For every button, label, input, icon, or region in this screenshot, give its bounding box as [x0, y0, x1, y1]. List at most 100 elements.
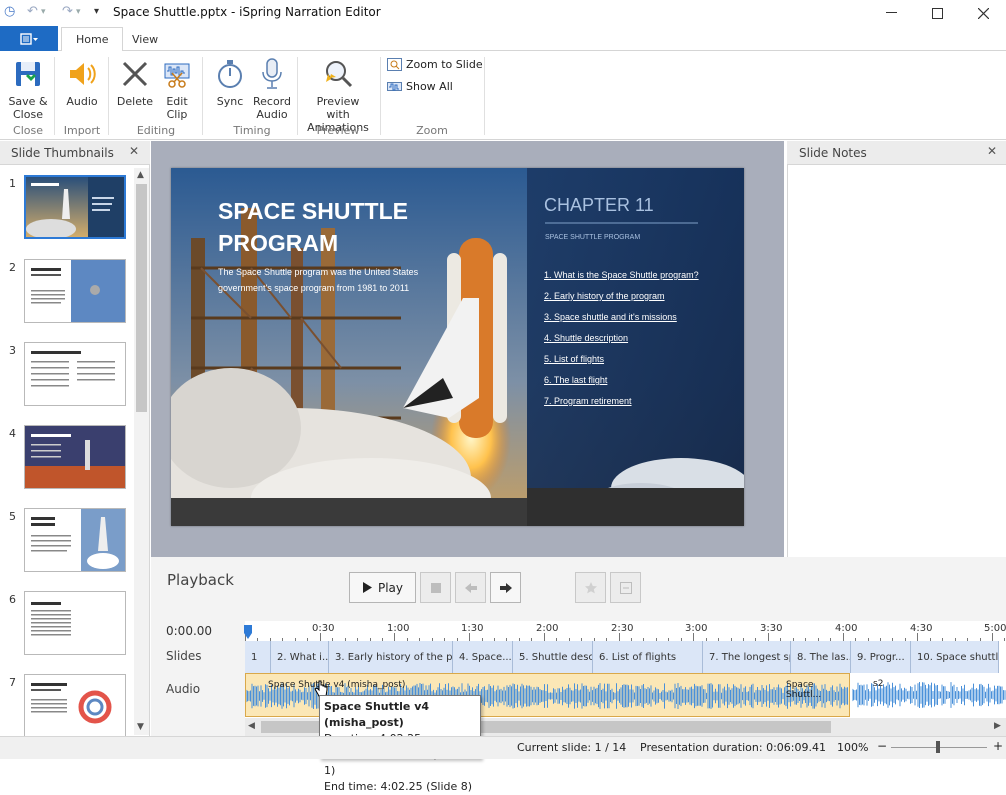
thumbnail-slide-4[interactable]: [24, 425, 126, 489]
ruler-label: 3:30: [760, 623, 783, 634]
toc-item-2[interactable]: 2. Early history of the program: [544, 286, 699, 307]
thumbnail-slide-1[interactable]: [24, 175, 126, 239]
zoom-out-icon[interactable]: −: [877, 739, 887, 753]
toc-item-4[interactable]: 4. Shuttle description: [544, 328, 699, 349]
slide-segment[interactable]: 2. What i...: [271, 641, 329, 673]
redo-dropdown-icon[interactable]: ▾: [76, 7, 81, 17]
slide-marker-button[interactable]: [610, 572, 641, 603]
close-thumbnails-icon[interactable]: ✕: [129, 144, 139, 158]
maximize-button[interactable]: [914, 0, 960, 26]
redo-icon[interactable]: ↷: [62, 4, 73, 19]
slide-segment[interactable]: 3. Early history of the prog...: [329, 641, 453, 673]
undo-icon[interactable]: ↶: [27, 4, 38, 19]
group-zoom-label: Zoom: [416, 124, 448, 137]
slide-title-line1: SPACE SHUTTLE: [218, 198, 408, 224]
ribbon-separator: [380, 57, 381, 135]
slide-segment[interactable]: 6. List of flights: [593, 641, 703, 673]
stopwatch-icon: [213, 55, 247, 93]
delete-button[interactable]: Delete: [114, 55, 156, 108]
next-slide-button[interactable]: [490, 572, 521, 603]
current-slide-status: Current slide: 1 / 14: [517, 741, 627, 754]
zoom-in-icon[interactable]: +: [993, 739, 1003, 753]
thumbnail-slide-7[interactable]: [24, 674, 126, 738]
tab-view[interactable]: View: [118, 27, 172, 51]
minimize-button[interactable]: [868, 0, 914, 26]
tooltip-end: End time: 4:02.25 (Slide 8): [324, 780, 473, 793]
save-close-button[interactable]: Save & Close: [6, 55, 50, 121]
scroll-right-icon[interactable]: ▶: [994, 721, 1001, 731]
slide-title: SPACE SHUTTLE PROGRAM: [218, 195, 408, 259]
microphone-icon: [255, 55, 289, 93]
toc-item-5[interactable]: 5. List of flights: [544, 349, 699, 370]
delete-label: Delete: [116, 95, 154, 108]
ribbon-separator: [202, 57, 203, 135]
sync-label: Sync: [216, 95, 244, 108]
ruler-label: 4:30: [910, 623, 933, 634]
thumbnails-title: Slide Thumbnails: [11, 146, 114, 160]
thumbnail-slide-2[interactable]: [24, 259, 126, 323]
slide-segment[interactable]: 1: [245, 641, 271, 673]
audio-clip-2-label: s2: [873, 679, 884, 689]
slide-segment[interactable]: 4. Space...: [453, 641, 513, 673]
slide-segment[interactable]: 9. Progr...: [851, 641, 911, 673]
zoom-level: 100%: [837, 741, 869, 754]
thumbnails-scrollbar[interactable]: ▲ ▼: [134, 168, 149, 735]
group-close-label: Close: [13, 124, 43, 137]
toc-item-7[interactable]: 7. Program retirement: [544, 391, 699, 412]
zoom-slide-icon: [387, 58, 402, 71]
app-clock-icon: ◷: [4, 4, 16, 19]
group-timing-label: Timing: [233, 124, 271, 137]
slide-segment[interactable]: 8. The las...: [791, 641, 851, 673]
preview-magnifier-icon: [321, 55, 355, 93]
marker-button[interactable]: [575, 572, 606, 603]
sync-button[interactable]: Sync: [210, 55, 250, 108]
scroll-up-icon[interactable]: ▲: [137, 170, 144, 180]
zoom-to-slide-button[interactable]: Zoom to Slide: [387, 58, 483, 71]
file-menu-button[interactable]: [0, 26, 58, 51]
zoom-slider-thumb[interactable]: [936, 741, 940, 753]
toc-item-3[interactable]: 3. Space shuttle and it's missions: [544, 307, 699, 328]
scroll-thumb[interactable]: [136, 184, 147, 412]
record-audio-button[interactable]: Record Audio: [250, 55, 294, 121]
undo-dropdown-icon[interactable]: ▾: [41, 7, 46, 17]
thumbnail-slide-5[interactable]: [24, 508, 126, 572]
scroll-down-icon[interactable]: ▼: [137, 722, 144, 732]
slides-row-label: Slides: [166, 649, 202, 663]
slide-notes-area[interactable]: [787, 165, 1006, 557]
edit-clip-button[interactable]: Edit Clip: [158, 55, 196, 121]
close-window-button[interactable]: [960, 0, 1006, 26]
show-all-button[interactable]: Show All: [387, 80, 453, 93]
preview-animations-button[interactable]: Preview with Animations: [304, 55, 372, 134]
previous-slide-button[interactable]: [455, 572, 486, 603]
stop-button[interactable]: [420, 572, 451, 603]
edit-clip-icon: [160, 55, 194, 93]
thumbnail-slide-3[interactable]: [24, 342, 126, 406]
stop-icon: [430, 582, 441, 593]
close-notes-icon[interactable]: ✕: [987, 144, 997, 158]
tab-home[interactable]: Home: [61, 27, 124, 52]
audio-clip-label-end: Space Shuttl...: [786, 680, 822, 700]
title-bar: ◷ ↶ ▾ ↷ ▾ ▾ Space Shuttle.pptx - iSpring…: [0, 0, 1006, 26]
scroll-left-icon[interactable]: ◀: [248, 721, 255, 731]
thumbnails-pane: 1 2 3 4 5 6 7: [0, 165, 150, 738]
group-preview-label: Preview: [316, 124, 360, 137]
audio-button[interactable]: Audio: [60, 55, 104, 108]
slide-body-line1: The Space Shuttle program was the United…: [218, 267, 419, 277]
timeline-ruler[interactable]: 0:30 1:00 1:30 2:00 2:30 3:00 3:30 4:00 …: [244, 621, 1006, 643]
ruler-label: 1:00: [387, 623, 410, 634]
thumb-number: 4: [9, 427, 16, 440]
chapter-heading: CHAPTER 11: [544, 195, 654, 215]
audio-label: Audio: [66, 95, 98, 108]
play-button[interactable]: Play: [349, 572, 416, 603]
table-of-contents: 1. What is the Space Shuttle program? 2.…: [544, 265, 699, 412]
slide-frame-icon: [619, 581, 632, 594]
customize-toolbar-icon[interactable]: ▾: [94, 6, 99, 17]
slide-segment[interactable]: 5. Shuttle desc...: [513, 641, 593, 673]
slide-segment[interactable]: 7. The longest sp...: [703, 641, 791, 673]
playhead-icon[interactable]: [244, 625, 252, 639]
toc-item-6[interactable]: 6. The last flight: [544, 370, 699, 391]
slide-segment[interactable]: 10. Space shuttl...: [911, 641, 999, 673]
toc-item-1[interactable]: 1. What is the Space Shuttle program?: [544, 265, 699, 286]
thumbnail-slide-6[interactable]: [24, 591, 126, 655]
show-all-icon: [387, 82, 402, 91]
